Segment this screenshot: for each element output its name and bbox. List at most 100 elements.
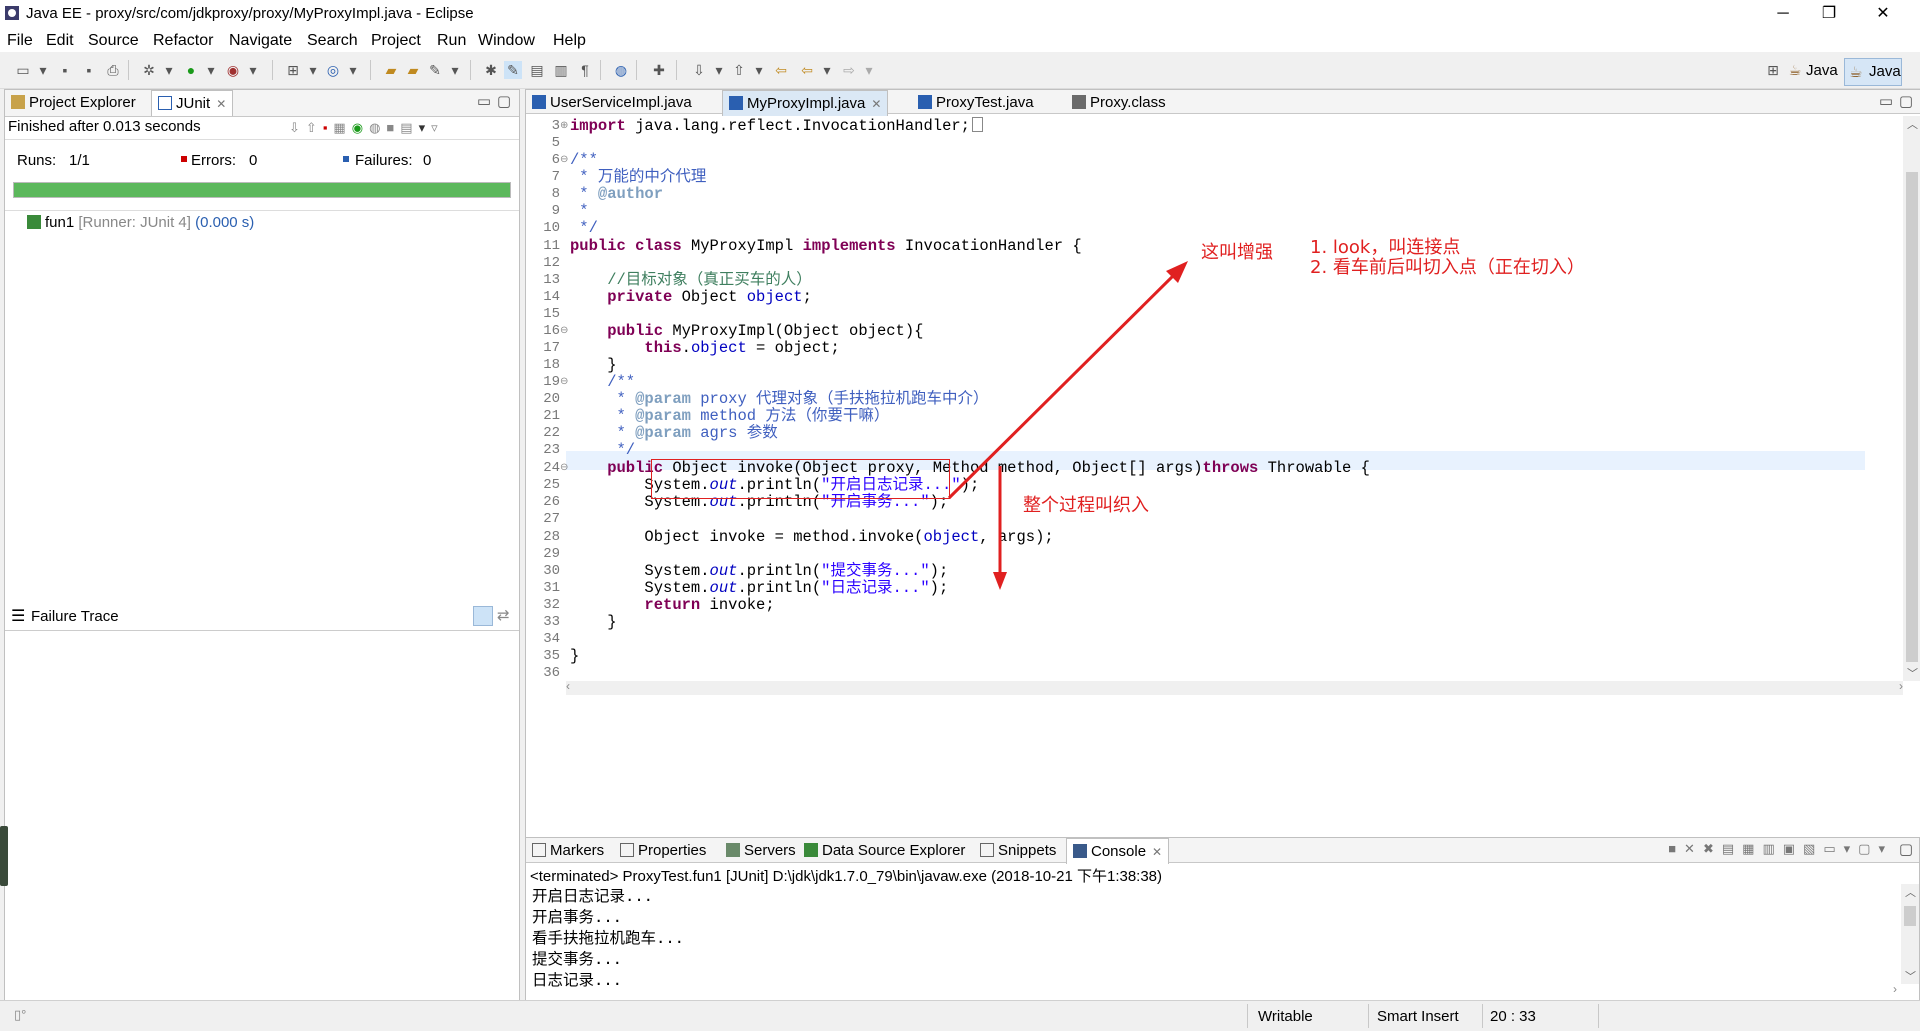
- fold-toggle-icon[interactable]: ⊖: [560, 376, 568, 387]
- close-window-button[interactable]: ✕: [1860, 0, 1906, 28]
- dropdown-icon[interactable]: ▾: [304, 61, 322, 79]
- maximize-view-icon[interactable]: ▢: [497, 92, 511, 110]
- test-tree-item[interactable]: fun1 [Runner: JUnit 4] (0.000 s): [27, 214, 254, 236]
- block-selection-icon[interactable]: ▤: [528, 61, 546, 79]
- scroll-up-icon[interactable]: ︿: [1905, 884, 1916, 900]
- history-icon[interactable]: ▤: [400, 120, 418, 135]
- back-icon[interactable]: ⇦: [798, 61, 816, 79]
- new-class-icon[interactable]: ◎: [324, 61, 342, 79]
- dropdown-icon[interactable]: ▾: [860, 61, 878, 79]
- external-tools-icon[interactable]: ◉: [224, 61, 242, 79]
- menu-file[interactable]: File: [7, 32, 33, 50]
- scroll-right-icon[interactable]: ›: [1899, 679, 1903, 693]
- tab-properties[interactable]: Properties: [614, 838, 712, 863]
- scroll-left-icon[interactable]: ‹: [566, 679, 570, 693]
- scrollbar-thumb[interactable]: [1906, 172, 1918, 662]
- tab-markers[interactable]: Markers: [526, 838, 610, 863]
- dropdown-icon[interactable]: ▾: [244, 61, 262, 79]
- dropdown-icon[interactable]: ▾: [710, 61, 728, 79]
- remove-launch-icon[interactable]: ✕: [1684, 841, 1703, 856]
- run-icon[interactable]: ●: [182, 61, 200, 79]
- new-server-icon[interactable]: ⊞: [284, 61, 302, 79]
- dropdown-icon[interactable]: ▾: [160, 61, 178, 79]
- rerun-failed-icon[interactable]: ◍: [369, 120, 386, 135]
- next-failure-icon[interactable]: ⇩: [289, 120, 306, 135]
- open-folder-icon[interactable]: ▰: [404, 61, 422, 79]
- fast-view-icon[interactable]: ▯°: [14, 1007, 26, 1023]
- view-menu-icon[interactable]: ▿: [431, 120, 444, 135]
- dropdown-icon[interactable]: ▾: [419, 120, 432, 135]
- fold-toggle-icon[interactable]: ⊕: [560, 120, 568, 131]
- web-browser-icon[interactable]: ◍: [612, 61, 630, 79]
- menu-refactor[interactable]: Refactor: [153, 32, 213, 50]
- save-all-icon[interactable]: ▪: [80, 61, 98, 79]
- menu-source[interactable]: Source: [88, 32, 139, 50]
- scroll-down-icon[interactable]: ﹀: [1907, 665, 1918, 681]
- dropdown-icon[interactable]: ▾: [1878, 841, 1893, 856]
- dropdown-icon[interactable]: ▾: [750, 61, 768, 79]
- scrollbar-thumb[interactable]: [1904, 906, 1916, 926]
- open-console-icon[interactable]: ▢: [1858, 841, 1878, 856]
- paragraph-icon[interactable]: ¶: [576, 61, 594, 79]
- show-failures-only-icon[interactable]: ▪: [323, 120, 334, 135]
- trim-handle[interactable]: [0, 826, 8, 886]
- minimize-view-icon[interactable]: ▭: [477, 92, 491, 110]
- menu-edit[interactable]: Edit: [46, 32, 74, 50]
- fold-toggle-icon[interactable]: ⊖: [560, 154, 568, 165]
- menu-run[interactable]: Run: [437, 32, 466, 50]
- minimize-button[interactable]: ─: [1760, 0, 1806, 28]
- word-wrap-icon[interactable]: ▥: [1762, 841, 1782, 856]
- remove-all-icon[interactable]: ✖: [1703, 841, 1722, 856]
- next-annotation-icon[interactable]: ⇩: [690, 61, 708, 79]
- close-tab-icon[interactable]: ✕: [1152, 845, 1162, 859]
- dropdown-icon[interactable]: ▾: [202, 61, 220, 79]
- rerun-icon[interactable]: ◉: [352, 120, 369, 135]
- scroll-down-icon[interactable]: ﹀: [1905, 968, 1916, 984]
- tab-project-explorer[interactable]: Project Explorer: [5, 90, 142, 115]
- dropdown-icon[interactable]: ▾: [1844, 841, 1859, 856]
- fold-toggle-icon[interactable]: ⊖: [560, 325, 568, 336]
- forward-icon[interactable]: ⇨: [840, 61, 858, 79]
- close-tab-icon[interactable]: ✕: [871, 97, 881, 111]
- prev-failure-icon[interactable]: ⇧: [306, 120, 323, 135]
- dropdown-icon[interactable]: ▾: [34, 61, 52, 79]
- tab-userserviceimpl[interactable]: UserServiceImpl.java: [526, 90, 698, 115]
- menu-navigate[interactable]: Navigate: [229, 32, 292, 50]
- pin-console-icon[interactable]: ▧: [1803, 841, 1823, 856]
- scroll-lock-icon[interactable]: ▦: [333, 120, 351, 135]
- print-icon[interactable]: ⎙: [104, 61, 122, 79]
- display-console-icon[interactable]: ▭: [1823, 841, 1843, 856]
- filter-stack-icon[interactable]: [473, 606, 493, 626]
- open-perspective-icon[interactable]: ⊞: [1764, 61, 1782, 79]
- menu-window[interactable]: Window: [478, 32, 535, 50]
- scroll-up-icon[interactable]: ︿: [1907, 116, 1918, 132]
- tab-console[interactable]: Console ✕: [1066, 838, 1170, 864]
- tab-snippets[interactable]: Snippets: [974, 838, 1062, 863]
- close-tab-icon[interactable]: ✕: [216, 97, 226, 111]
- scroll-lock-icon[interactable]: ▦: [1742, 841, 1762, 856]
- tab-junit[interactable]: JUnit ✕: [151, 90, 234, 116]
- debug-icon[interactable]: ✲: [140, 61, 158, 79]
- highlight-icon[interactable]: ✎: [504, 61, 522, 79]
- search-tool-icon[interactable]: ✎: [426, 61, 444, 79]
- clear-console-icon[interactable]: ▤: [1722, 841, 1742, 856]
- menu-project[interactable]: Project: [371, 32, 421, 50]
- tab-data-source-explorer[interactable]: Data Source Explorer: [798, 838, 971, 863]
- compare-result-icon[interactable]: ⇄: [497, 606, 510, 624]
- tab-proxytest[interactable]: ProxyTest.java: [912, 90, 1040, 115]
- new-icon[interactable]: ▭: [14, 61, 32, 79]
- editor-vertical-scrollbar[interactable]: ︿ ﹀: [1903, 116, 1920, 681]
- console-vertical-scrollbar[interactable]: ︿ ﹀: [1901, 884, 1919, 984]
- stop-icon[interactable]: ■: [386, 120, 400, 135]
- show-whitespace-icon[interactable]: ▥: [552, 61, 570, 79]
- last-edit-icon[interactable]: ⇦: [772, 61, 790, 79]
- menu-search[interactable]: Search: [307, 32, 358, 50]
- toggle-mark-icon[interactable]: ✱: [482, 61, 500, 79]
- dropdown-icon[interactable]: ▾: [818, 61, 836, 79]
- perspective-java-selected[interactable]: ☕ Java: [1844, 58, 1902, 86]
- open-type-icon[interactable]: ▰: [382, 61, 400, 79]
- terminate-icon[interactable]: ■: [1668, 841, 1684, 856]
- dropdown-icon[interactable]: ▾: [344, 61, 362, 79]
- scroll-right-icon[interactable]: ›: [1893, 982, 1897, 996]
- folded-imports-icon[interactable]: [971, 117, 983, 132]
